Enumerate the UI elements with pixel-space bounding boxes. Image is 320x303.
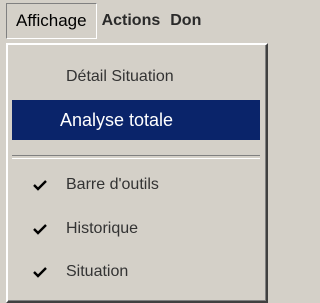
menu-item-label: Historique (66, 220, 139, 237)
menu-item-label: Barre d'outils (66, 176, 159, 193)
menu-item-label: Détail Situation (66, 68, 174, 85)
menu-item-barre-outils[interactable]: Barre d'outils (12, 165, 260, 205)
menu-bar: Affichage Actions Don (0, 0, 265, 42)
menu-separator (12, 155, 260, 159)
menu-item-label: Situation (66, 263, 129, 280)
affichage-dropdown: Détail Situation Analyse totale Barre d'… (6, 43, 268, 303)
checkmark-icon (30, 175, 50, 195)
menu-actions[interactable]: Actions (97, 3, 166, 39)
menu-don[interactable]: Don (165, 3, 206, 39)
menu-item-detail-situation[interactable]: Détail Situation (12, 57, 260, 97)
checkmark-icon (30, 219, 50, 239)
menu-affichage[interactable]: Affichage (6, 3, 97, 39)
menu-item-label: Analyse totale (60, 109, 174, 130)
menu-item-historique[interactable]: Historique (12, 209, 260, 249)
menu-item-situation[interactable]: Situation (12, 252, 260, 292)
checkmark-icon (30, 262, 50, 282)
menu-item-analyse-totale[interactable]: Analyse totale (12, 100, 260, 140)
